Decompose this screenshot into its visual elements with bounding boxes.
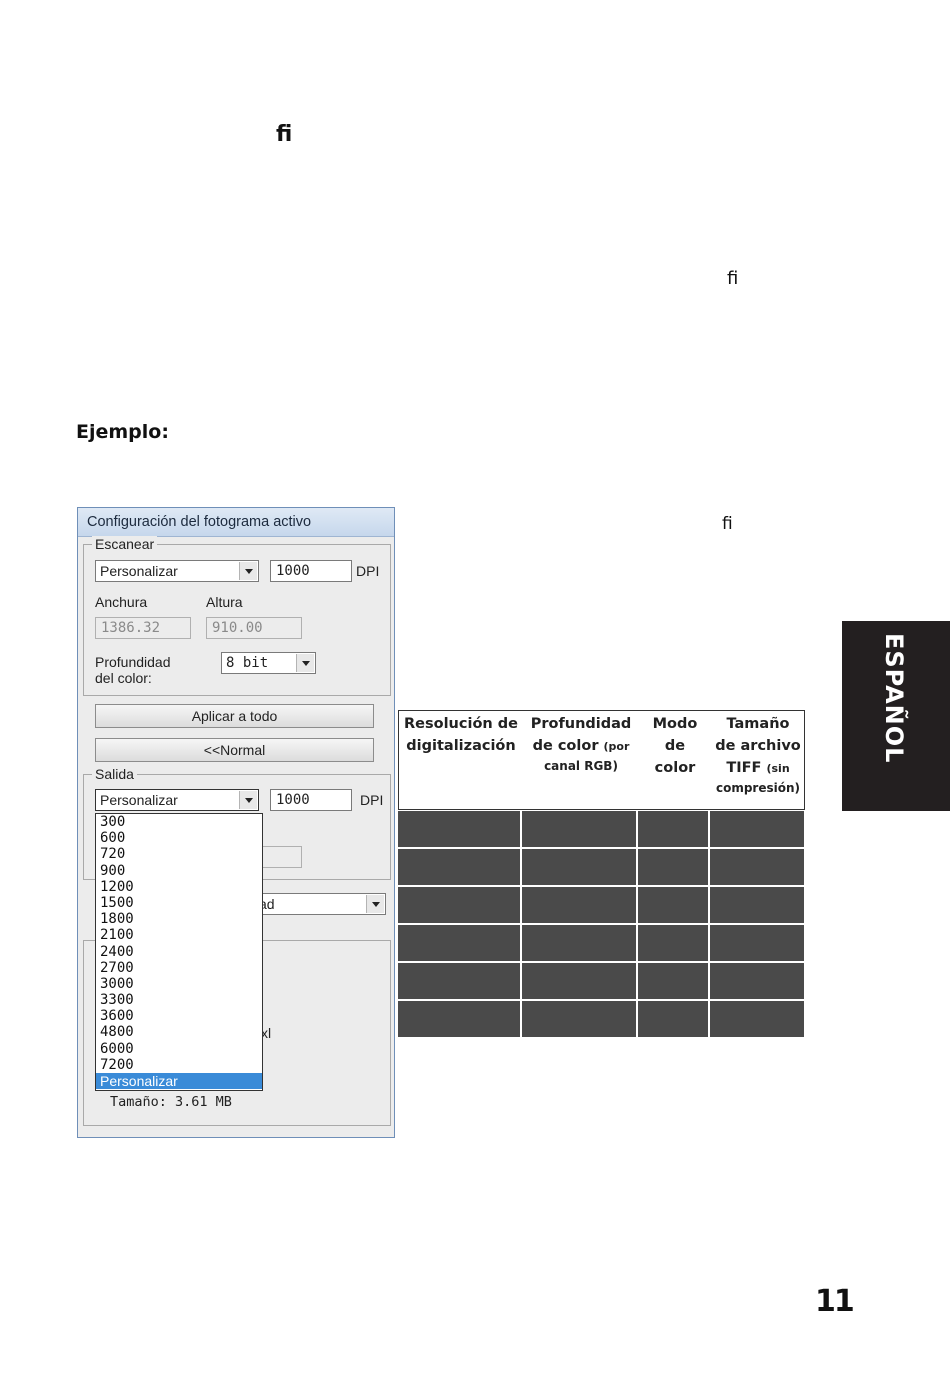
output-dpi-input[interactable]: 1000 [270,789,352,811]
output-preset-value: Personalizar [100,792,178,808]
table-cell [522,887,636,923]
chevron-down-icon[interactable] [239,562,257,580]
header-small-text: compresión) [715,781,801,795]
dropdown-option[interactable]: 900 [96,863,262,879]
language-side-tab: ESPAÑOL [842,621,950,811]
table-cell [710,1001,804,1037]
height-label: Altura [206,594,243,610]
dropdown-option[interactable]: 1500 [96,895,262,911]
dropdown-option[interactable]: 3000 [96,976,262,992]
table-cell [522,1001,636,1037]
chevron-down-icon[interactable] [296,654,314,672]
table-cell [522,963,636,999]
table-cell [638,887,708,923]
dpi-dropdown-list[interactable]: 300 600 720 900 1200 1500 1800 2100 2400 2700 3000… [95,813,263,1091]
header-small-text: (sin [766,762,790,775]
page-number: 11 [815,1284,855,1319]
scan-dpi-input[interactable]: 1000 [270,560,352,582]
header-text: Tamaño [726,716,790,732]
dropdown-option[interactable]: 4800 [96,1024,262,1040]
table-cell [710,887,804,923]
header-resolution: Resolución de digitalización [399,713,523,757]
table-cell [638,1001,708,1037]
table-cell [398,887,520,923]
dropdown-option[interactable]: 3300 [96,992,262,1008]
header-color-depth: Profundidad de color (por canal RGB) [523,713,639,774]
chevron-down-icon[interactable] [239,791,257,809]
table-cell [398,925,520,961]
table-header: Resolución de digitalización Profundidad… [398,710,805,810]
output-dpi-unit: DPI [360,792,384,808]
frame-settings-dialog: Configuración del fotograma activo Escan… [77,507,395,1138]
dropdown-option[interactable]: Personalizar [96,1073,262,1090]
table-cell [638,849,708,885]
width-field: 1386.32 [95,617,191,639]
ligature-glyph: ﬁ [722,514,733,534]
dropdown-option[interactable]: 6000 [96,1041,262,1057]
table-cell [638,811,708,847]
dialog-titlebar: Configuración del fotograma activo [78,508,394,537]
height-field: 910.00 [206,617,302,639]
scan-preset-value: Personalizar [100,563,178,579]
file-size-text: Tamaño: 3.61 MB [110,1094,232,1110]
header-small-text: canal RGB) [544,759,618,773]
dropdown-option[interactable]: 1800 [96,911,262,927]
dialog-title: Configuración del fotograma activo [87,514,312,530]
color-depth-label-1: Profundidad [95,654,171,670]
ligature-glyph: ﬁ [276,122,293,147]
table-cell [398,963,520,999]
dropdown-option[interactable]: 1200 [96,879,262,895]
dropdown-option[interactable]: 720 [96,846,262,862]
dropdown-option[interactable]: 300 [96,814,262,830]
scan-legend: Escanear [92,536,158,552]
table-cell [398,1001,520,1037]
normal-button[interactable]: <<Normal [95,738,374,762]
dropdown-option[interactable]: 3600 [96,1008,262,1024]
header-text: Resolución de [404,716,518,732]
header-text: TIFF [726,760,762,776]
partial-select[interactable]: ad [248,893,386,915]
table-cell [710,925,804,961]
scan-dpi-unit: DPI [356,563,380,579]
dropdown-option[interactable]: 2100 [96,927,262,943]
header-text: de [664,738,686,754]
output-legend: Salida [92,766,137,782]
header-text: TIFF (sin [711,757,805,780]
color-depth-label-2: del color: [95,670,152,686]
header-text: de archivo [715,738,801,754]
header-color-mode: Modo de color [639,713,711,779]
header-text: de color (por [523,735,639,758]
apply-all-button[interactable]: Aplicar a todo [95,704,374,728]
table-cell [522,811,636,847]
header-text: de color [532,738,599,754]
table-cell [522,925,636,961]
table-cell [710,811,804,847]
header-text: color [654,760,696,776]
table-cell [398,811,520,847]
language-label: ESPAÑOL [880,633,908,764]
table-cell [638,925,708,961]
output-preset-select[interactable]: Personalizar [95,789,259,811]
table-cell [638,963,708,999]
width-label: Anchura [95,594,148,610]
table-cell [522,849,636,885]
header-text: digitalización [406,738,516,754]
header-text: Profundidad [530,716,632,732]
ligature-glyph: ﬁ [727,268,739,289]
scan-preset-select[interactable]: Personalizar [95,560,259,582]
header-file-size: Tamaño de archivo TIFF (sin compresión) [711,713,805,796]
example-heading: Ejemplo: [76,421,169,443]
color-depth-select[interactable]: 8 bit [221,652,316,674]
header-text: Modo [652,716,698,732]
table-cell [710,963,804,999]
chevron-down-icon[interactable] [366,895,384,913]
header-small-text: (por [603,740,630,753]
color-depth-value: 8 bit [226,655,269,671]
table-cell [398,849,520,885]
dropdown-option[interactable]: 2700 [96,960,262,976]
dropdown-option[interactable]: 2400 [96,944,262,960]
dropdown-option[interactable]: 7200 [96,1057,262,1073]
dropdown-option[interactable]: 600 [96,830,262,846]
table-cell [710,849,804,885]
